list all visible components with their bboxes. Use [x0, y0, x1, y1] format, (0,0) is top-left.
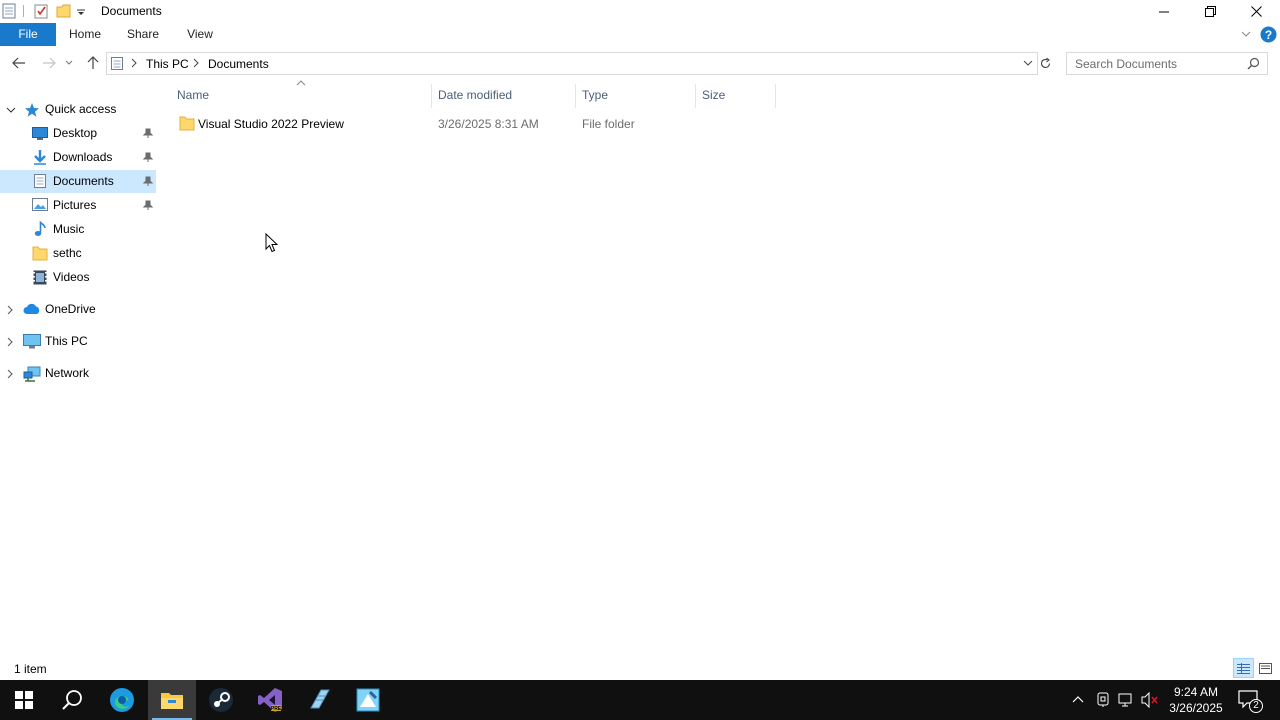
breadcrumb-documents[interactable]: Documents [208, 57, 269, 71]
search-icon[interactable] [48, 680, 96, 720]
large-icons-view-button[interactable] [1257, 660, 1273, 676]
start-icon[interactable] [0, 680, 48, 720]
column-header-date-modified[interactable]: Date modified [438, 88, 512, 102]
clock-time: 9:24 AM [1173, 685, 1219, 699]
column-divider[interactable] [775, 84, 776, 108]
videos-icon [33, 270, 47, 285]
column-header-size[interactable]: Size [702, 88, 725, 102]
search-icon[interactable] [1247, 57, 1260, 70]
forward-button[interactable] [38, 52, 60, 74]
file-date-modified: 3/26/2025 8:31 AM [438, 117, 539, 131]
title-bar [0, 0, 1280, 23]
nav-this-pc[interactable]: This PC [45, 330, 88, 352]
action-center-icon[interactable]: 2 [1238, 690, 1263, 713]
paint-icon[interactable] [344, 680, 392, 720]
pin-icon[interactable] [143, 200, 153, 211]
notification-count-badge: 2 [1249, 699, 1263, 713]
svg-text:?: ? [1265, 28, 1272, 42]
back-button[interactable] [8, 52, 30, 74]
this-pc-icon [23, 334, 41, 349]
file-name[interactable]: Visual Studio 2022 Preview [198, 117, 344, 131]
visual-studio-icon[interactable]: PRE [246, 680, 294, 720]
tab-view[interactable]: View [178, 23, 222, 46]
breadcrumb-separator-icon[interactable] [192, 58, 200, 68]
nav-item-videos[interactable]: Videos [53, 266, 89, 288]
music-icon [33, 221, 47, 237]
tab-home[interactable]: Home [62, 23, 108, 46]
quick-access-expanded-chevron-icon[interactable] [6, 105, 16, 115]
expand-chevron-icon[interactable] [6, 305, 14, 315]
properties-icon[interactable] [33, 3, 49, 19]
documents-icon [33, 173, 47, 189]
documents-location-icon [110, 56, 124, 71]
edge-icon[interactable] [98, 680, 146, 720]
downloads-icon [32, 149, 48, 165]
steam-icon[interactable] [197, 680, 245, 720]
column-divider[interactable] [575, 84, 576, 108]
nav-item-sethc[interactable]: sethc [53, 242, 82, 264]
nav-quick-access[interactable]: Quick access [45, 98, 116, 120]
explorer-window-icon [2, 3, 18, 19]
nav-item-pictures[interactable]: Pictures [53, 194, 96, 216]
search-placeholder: Search Documents [1075, 57, 1178, 71]
nav-item-documents[interactable]: Documents [53, 170, 114, 192]
nav-network[interactable]: Network [45, 362, 89, 384]
address-history-chevron-icon[interactable] [1022, 59, 1034, 67]
column-divider[interactable] [695, 84, 696, 108]
onedrive-icon [23, 303, 41, 315]
breadcrumb-separator-icon[interactable] [130, 58, 138, 68]
pin-icon[interactable] [143, 176, 153, 187]
restore-button[interactable] [1187, 0, 1233, 23]
expand-chevron-icon[interactable] [6, 369, 14, 379]
status-item-count: 1 item [14, 662, 47, 676]
close-button[interactable] [1233, 0, 1279, 23]
meet-now-icon[interactable] [1096, 692, 1110, 708]
details-view-button[interactable] [1233, 658, 1254, 678]
folder-icon [179, 116, 195, 131]
taskbar-clock[interactable]: 9:24 AM 3/26/2025 [1160, 684, 1232, 716]
window-title: Documents [101, 4, 162, 18]
show-hidden-icons-chevron-icon[interactable] [1072, 694, 1084, 704]
pin-icon[interactable] [143, 152, 153, 163]
folder-icon [32, 246, 48, 261]
desktop-icon [32, 126, 48, 141]
breadcrumb-this-pc[interactable]: This PC [146, 57, 189, 71]
column-header-type[interactable]: Type [582, 88, 608, 102]
expand-ribbon-chevron-icon[interactable] [1240, 29, 1252, 39]
tab-share[interactable]: Share [120, 23, 166, 46]
refresh-icon[interactable] [1039, 57, 1052, 70]
clock-date: 3/26/2025 [1169, 701, 1223, 715]
network-icon [23, 366, 41, 382]
nav-onedrive[interactable]: OneDrive [45, 298, 96, 320]
file-type: File folder [582, 117, 635, 131]
recent-locations-chevron-icon[interactable] [62, 52, 76, 74]
quick-access-separator [23, 5, 24, 17]
network-status-icon[interactable] [1118, 692, 1134, 708]
help-icon[interactable]: ? [1260, 26, 1277, 43]
mouse-cursor-icon [265, 233, 278, 253]
tab-file[interactable]: File [0, 23, 56, 46]
customize-toolbar-chevron-icon[interactable] [75, 3, 91, 19]
new-folder-icon[interactable] [56, 3, 72, 19]
pin-icon[interactable] [143, 128, 153, 139]
nav-item-desktop[interactable]: Desktop [53, 122, 97, 144]
column-header-name[interactable]: Name [177, 88, 209, 102]
up-button[interactable] [82, 52, 104, 74]
quick-access-star-icon [24, 102, 40, 118]
column-divider[interactable] [431, 84, 432, 108]
minimize-button[interactable] [1141, 0, 1187, 23]
pictures-icon [32, 198, 48, 212]
file-explorer-icon[interactable] [148, 680, 196, 720]
svg-text:PRE: PRE [271, 706, 282, 712]
notepad-icon[interactable] [295, 680, 343, 720]
sort-ascending-icon [296, 80, 306, 86]
expand-chevron-icon[interactable] [6, 337, 14, 347]
nav-item-music[interactable]: Music [53, 218, 84, 240]
nav-item-downloads[interactable]: Downloads [53, 146, 112, 168]
volume-muted-icon[interactable] [1141, 692, 1159, 708]
